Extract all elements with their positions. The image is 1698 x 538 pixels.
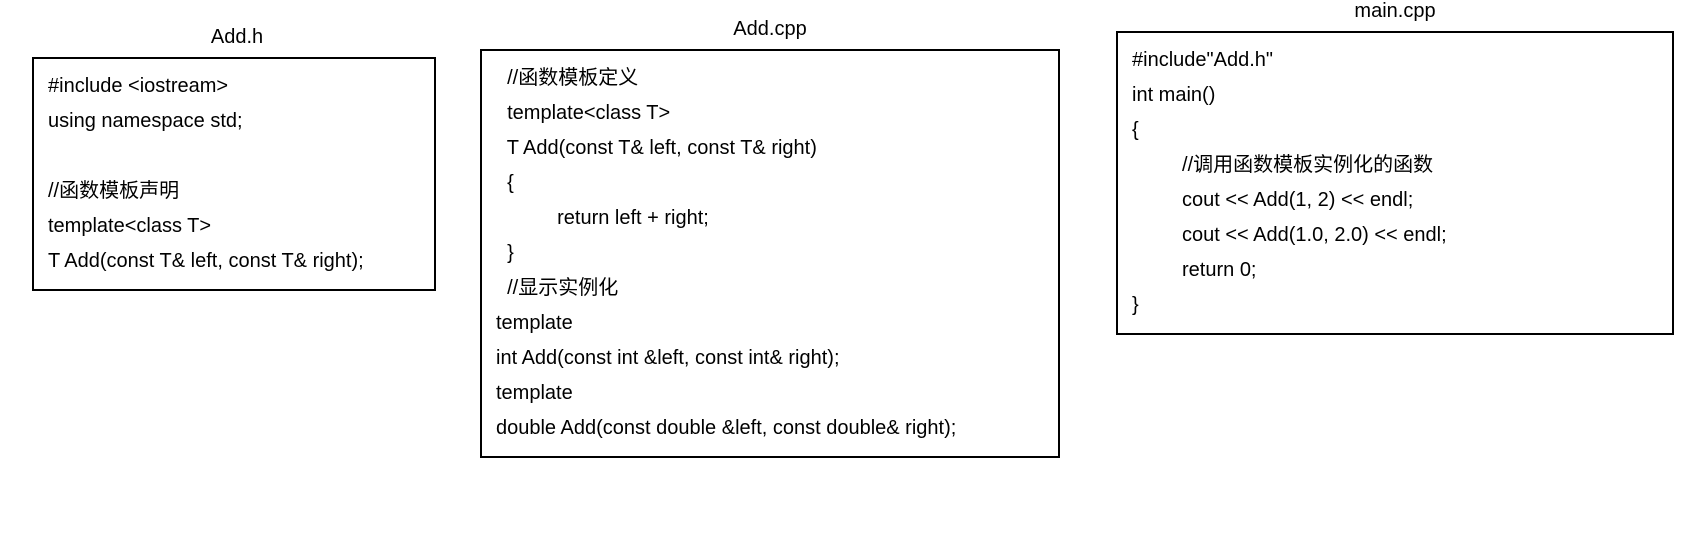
file-title-add-h: Add.h	[32, 26, 442, 49]
code-box-main-cpp: #include"Add.h" int main() { //调用函数模板实例化…	[1116, 31, 1674, 335]
file-block-main-cpp: main.cpp #include"Add.h" int main() { //…	[1110, 0, 1680, 335]
file-block-add-cpp: Add.cpp //函数模板定义 template<class T> T Add…	[480, 18, 1060, 458]
file-block-add-h: Add.h #include <iostream> using namespac…	[32, 26, 442, 291]
file-title-add-cpp: Add.cpp	[480, 18, 1060, 41]
code-box-add-h: #include <iostream> using namespace std;…	[32, 57, 436, 291]
file-title-main-cpp: main.cpp	[1110, 0, 1680, 23]
code-box-add-cpp: //函数模板定义 template<class T> T Add(const T…	[480, 49, 1060, 458]
